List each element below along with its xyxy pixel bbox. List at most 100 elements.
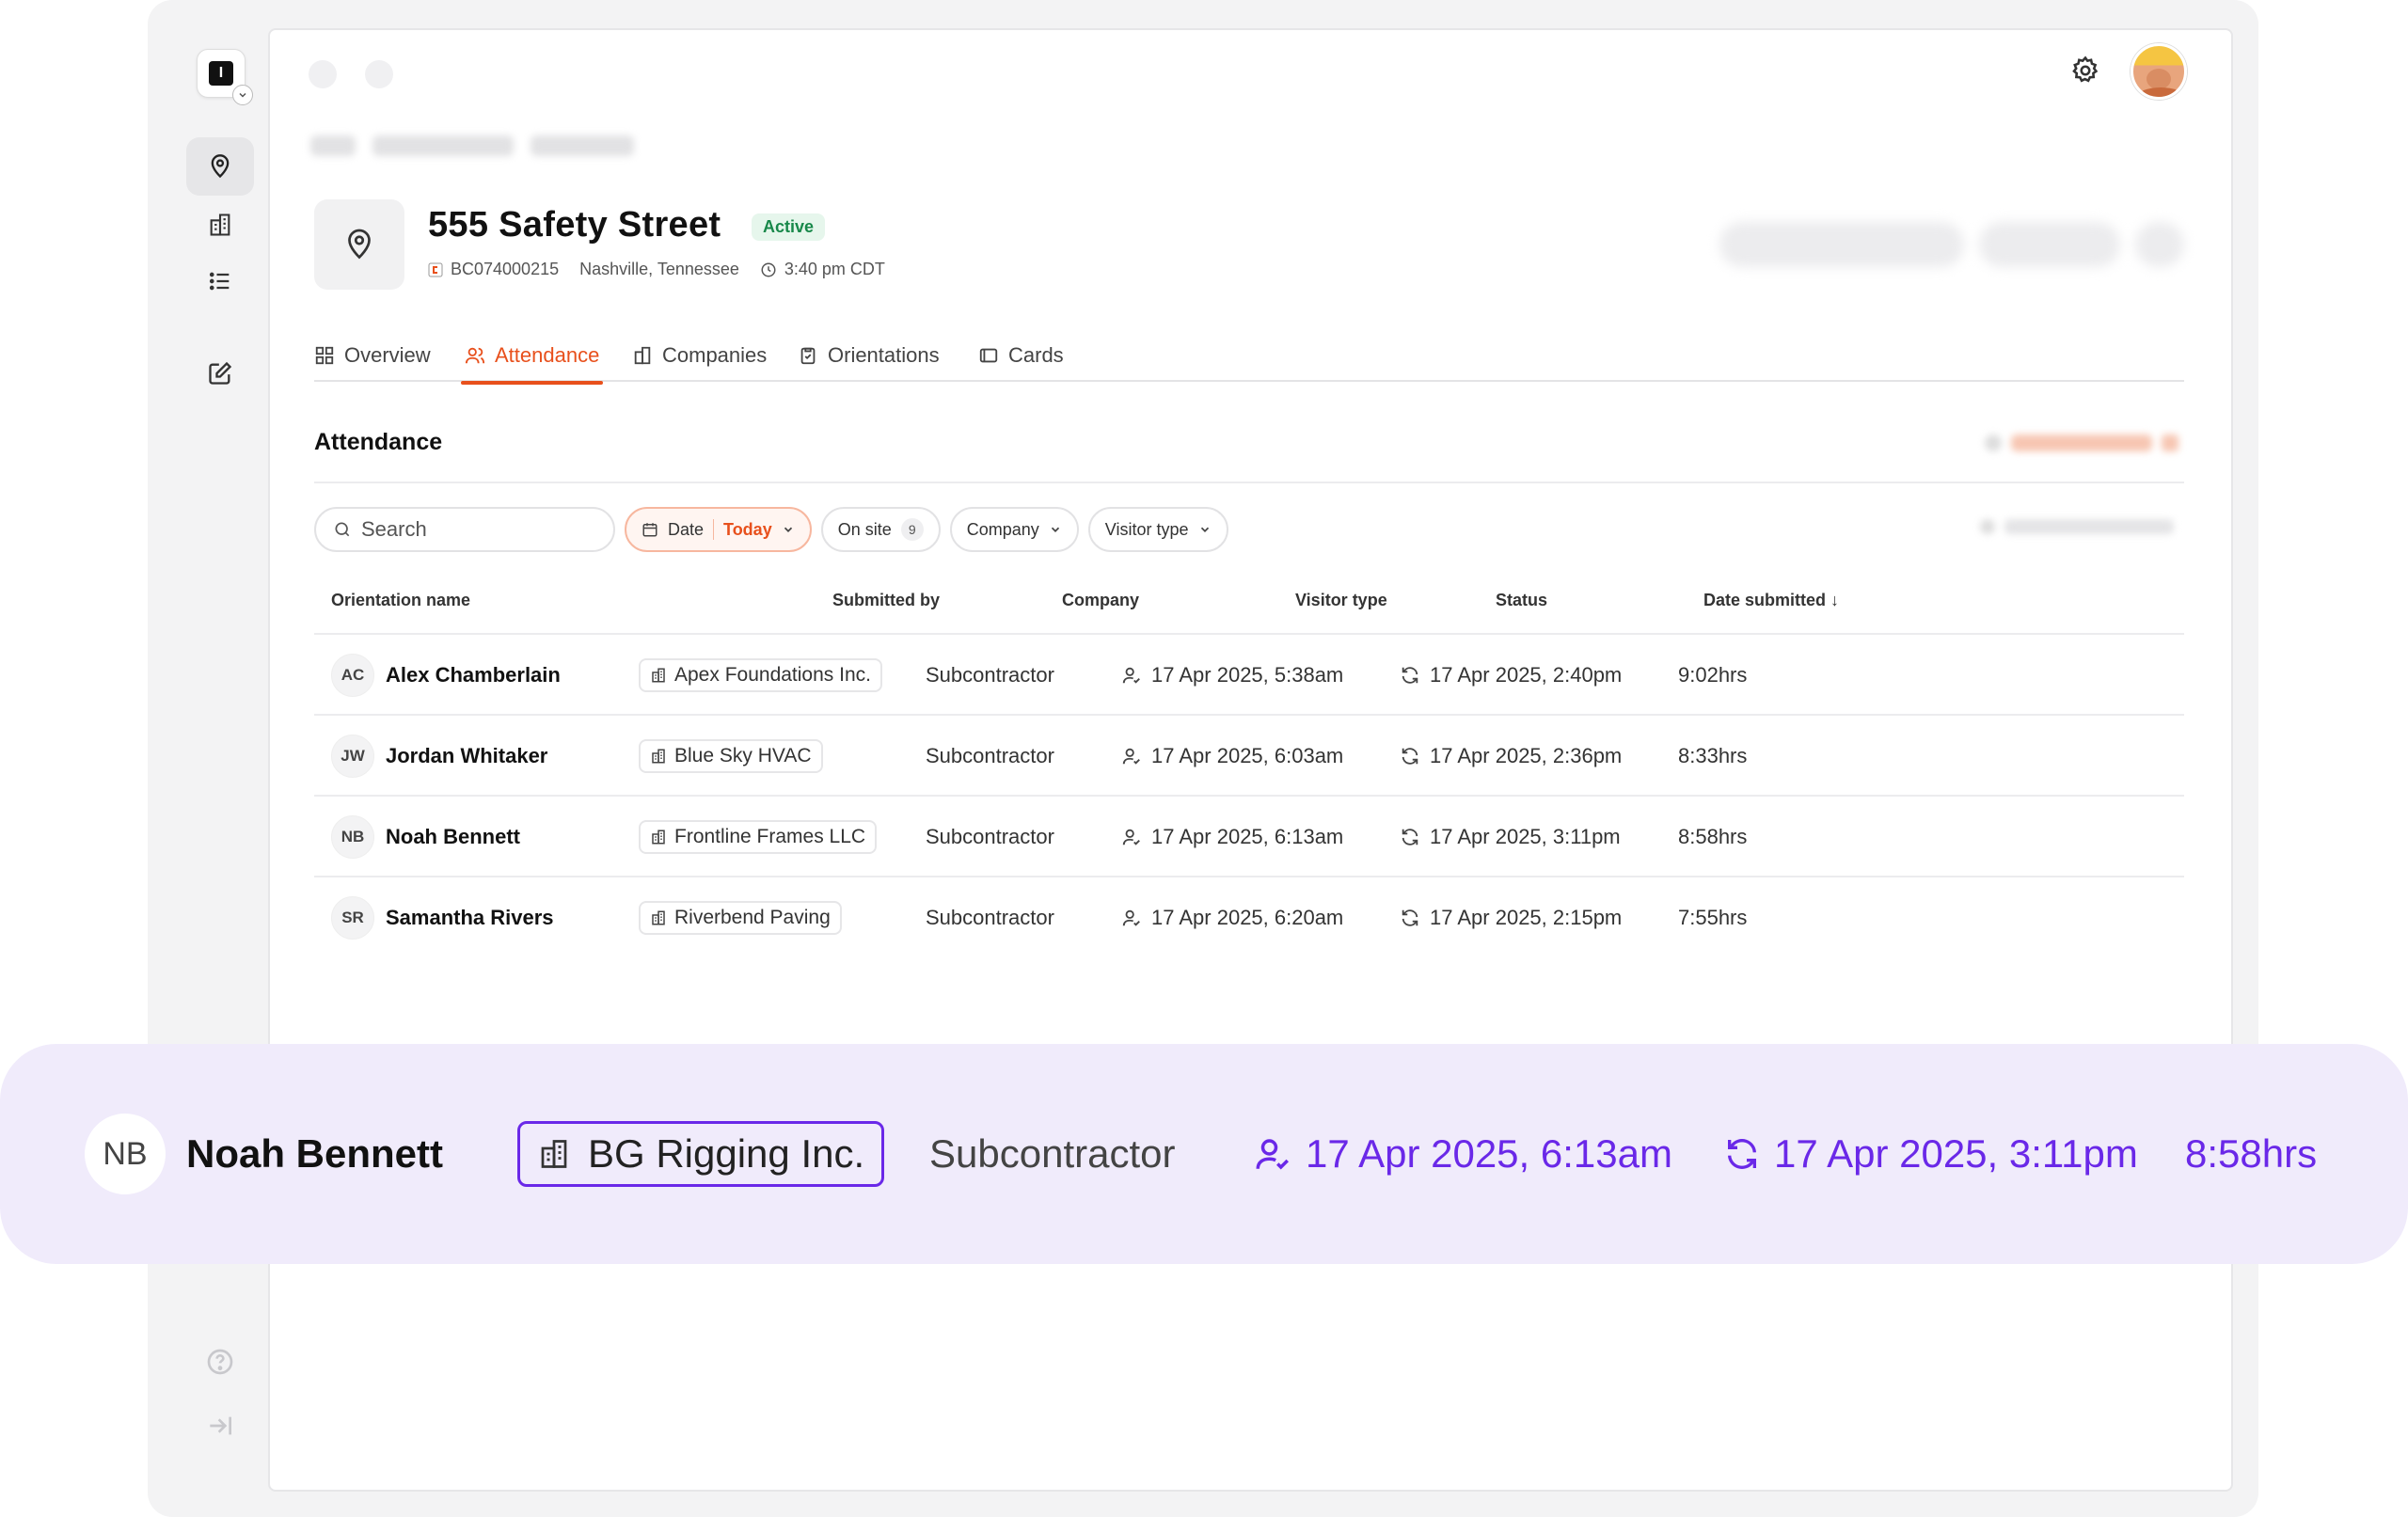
breadcrumb <box>310 135 634 156</box>
tab-label: Overview <box>344 343 431 367</box>
check-out-time: 17 Apr 2025, 2:40pm <box>1430 663 1623 687</box>
tab-companies[interactable]: Companies <box>632 329 767 382</box>
person-cell[interactable]: JW Jordan Whitaker <box>331 716 547 797</box>
help-icon[interactable] <box>205 1347 235 1382</box>
sidebar-item-companies[interactable] <box>186 196 254 254</box>
refresh-icon <box>1402 667 1418 684</box>
company-filter-label: Company <box>966 519 1039 539</box>
person-cell[interactable]: NB Noah Bennett <box>331 797 520 877</box>
search-placeholder: Search <box>361 517 427 541</box>
view-daily-log-link[interactable] <box>1985 435 2178 451</box>
visitor-type-filter-label: Visitor type <box>1104 519 1189 539</box>
building-icon <box>634 346 651 365</box>
building-icon <box>652 749 665 764</box>
section-title: Attendance <box>314 429 443 455</box>
column-header[interactable]: Status <box>1496 591 1547 610</box>
table-row[interactable]: AC Alex Chamberlain Apex Foundations Inc. S… <box>314 633 2184 714</box>
company-pill[interactable]: Apex Foundations Inc. <box>639 658 882 692</box>
collapse-sidebar-icon[interactable] <box>205 1411 235 1446</box>
map-pin-icon <box>211 154 230 179</box>
settings-icon[interactable] <box>2069 55 2101 91</box>
tab-overview[interactable]: Overview <box>314 329 431 382</box>
company-filter[interactable]: Company <box>949 507 1079 552</box>
company-pill[interactable]: BG Rigging Inc. <box>517 1121 885 1187</box>
tab-label: Companies <box>662 343 768 367</box>
highlight-row-person[interactable]: NB Noah Bennett <box>85 1044 443 1264</box>
on-site-count: 9 <box>900 518 924 541</box>
company-pill[interactable]: Frontline Frames LLC <box>639 820 878 854</box>
column-header[interactable]: Orientation name <box>331 591 470 610</box>
company-name: Blue Sky HVAC <box>674 745 812 766</box>
refresh-icon <box>1402 748 1418 765</box>
search-icon <box>335 522 350 537</box>
person-cell[interactable]: SR Samantha Rivers <box>331 877 554 958</box>
site-icon-box <box>314 199 404 290</box>
site-location: Nashville, Tennessee <box>579 260 739 279</box>
workspace-switcher[interactable]: I <box>197 49 253 105</box>
clock-icon <box>761 262 776 277</box>
person-name: Jordan Whitaker <box>386 744 548 767</box>
duration-cell: 7:55hrs <box>1678 906 1748 929</box>
tab-cards[interactable]: Cards <box>978 329 1064 382</box>
forward-button[interactable] <box>365 60 393 88</box>
highlight-row-check-out: 17 Apr 2025, 3:11pm <box>1723 1044 2138 1264</box>
sidebar-item-sites[interactable] <box>186 137 254 196</box>
page-title: 555 Safety Street <box>428 205 721 245</box>
back-button[interactable] <box>309 60 337 88</box>
check-in-time: 17 Apr 2025, 6:13am <box>1306 1131 1672 1176</box>
column-header[interactable]: Submitted by <box>832 591 940 610</box>
building-icon <box>210 213 230 236</box>
person-name: Samantha Rivers <box>386 906 554 929</box>
company-pill[interactable]: Blue Sky HVAC <box>639 739 823 773</box>
avatar-face <box>2147 69 2171 89</box>
company-pill[interactable]: Riverbend Paving <box>639 901 842 935</box>
duration-cell: 8:33hrs <box>1678 744 1748 767</box>
chevron-down-icon <box>1200 527 1209 532</box>
company-cell[interactable]: Apex Foundations Inc. <box>639 635 882 716</box>
sidebar-item-edit[interactable] <box>186 344 254 403</box>
company-cell[interactable]: Riverbend Paving <box>639 877 842 958</box>
building-icon <box>652 668 665 683</box>
tab-label: Cards <box>1008 343 1064 367</box>
company-name: Riverbend Paving <box>674 907 831 928</box>
company-cell[interactable]: Blue Sky HVAC <box>639 716 823 797</box>
company-cell[interactable]: Frontline Frames LLC <box>639 797 878 877</box>
chevron-down-icon <box>1051 527 1059 532</box>
highlight-row-company[interactable]: BG Rigging Inc. <box>517 1044 885 1264</box>
check-in-cell: 17 Apr 2025, 6:20am <box>1121 877 1343 958</box>
search-input[interactable]: Search <box>314 507 615 552</box>
column-header[interactable]: Date submitted ↓ <box>1703 591 1839 610</box>
date-filter[interactable]: Date Today <box>625 507 812 552</box>
highlight-row-duration: 8:58hrs <box>2185 1131 2318 1176</box>
table-row[interactable]: NB Noah Bennett Frontline Frames LLC Subcon… <box>314 795 2184 876</box>
tab-attendance[interactable]: Attendance <box>460 329 604 385</box>
check-in-cell: 17 Apr 2025, 6:03am <box>1121 716 1343 797</box>
person-name: Noah Bennett <box>186 1131 443 1176</box>
header-actions[interactable] <box>1719 222 2184 267</box>
visitor-type-cell: Subcontractor <box>926 825 1054 848</box>
user-avatar[interactable] <box>2131 43 2187 100</box>
check-out-cell: 17 Apr 2025, 2:36pm <box>1400 716 1622 797</box>
column-header[interactable]: Visitor type <box>1295 591 1387 610</box>
list-icon <box>209 272 230 291</box>
company-logo-icon <box>428 262 443 277</box>
divider <box>314 482 2184 483</box>
highlight-row-visitor-type: Subcontractor <box>929 1131 1176 1176</box>
visitor-type-filter[interactable]: Visitor type <box>1087 507 1228 552</box>
card-icon <box>979 348 998 363</box>
check-in-cell: 17 Apr 2025, 6:13am <box>1121 797 1343 877</box>
column-header[interactable]: Company <box>1062 591 1139 610</box>
last-synced-status <box>1980 519 2174 534</box>
sidebar-item-list[interactable] <box>186 252 254 310</box>
person-name: Noah Bennett <box>386 825 520 848</box>
check-in-time: 17 Apr 2025, 6:03am <box>1151 744 1344 767</box>
check-out-time: 17 Apr 2025, 2:36pm <box>1430 744 1623 767</box>
site-code: BC074000215 <box>428 260 559 279</box>
check-out-cell: 17 Apr 2025, 2:40pm <box>1400 635 1622 716</box>
person-cell[interactable]: AC Alex Chamberlain <box>331 635 561 716</box>
user-check-icon <box>1122 909 1140 926</box>
on-site-filter[interactable]: On site 9 <box>820 507 941 552</box>
table-row[interactable]: SR Samantha Rivers Riverbend Paving Subcont… <box>314 876 2184 956</box>
tab-orientations[interactable]: Orientations <box>798 329 940 382</box>
table-row[interactable]: JW Jordan Whitaker Blue Sky HVAC Subcontrac… <box>314 714 2184 795</box>
